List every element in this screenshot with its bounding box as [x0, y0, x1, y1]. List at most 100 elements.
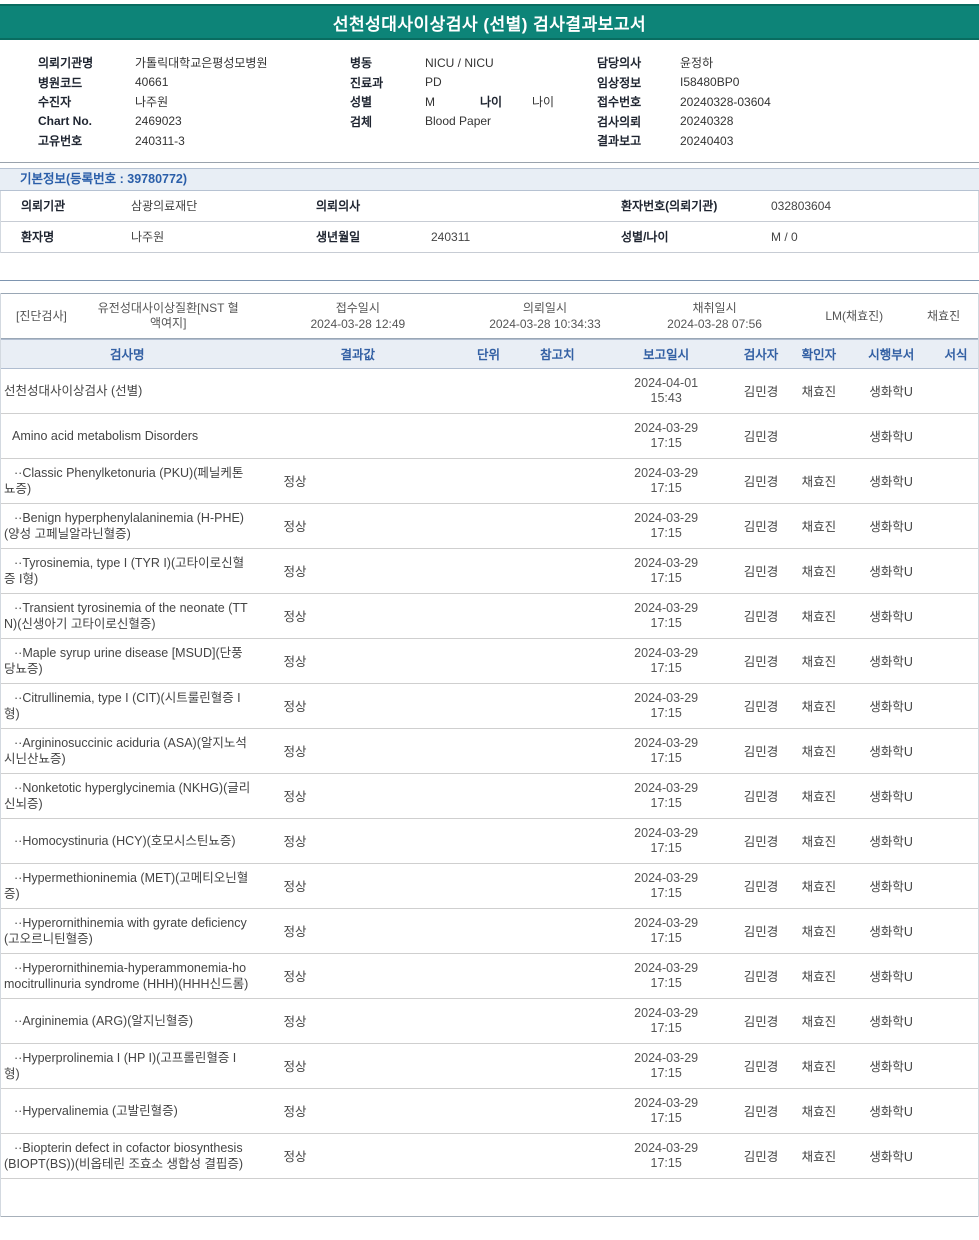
result-row: ··Maple syrup urine disease [MSUD](단풍당뇨증…: [1, 639, 978, 684]
column-header-department: 시행부서: [868, 348, 915, 362]
field-label: 진료과: [350, 75, 384, 90]
unit-value: [462, 567, 515, 575]
order-request-value: 2024-03-28 10:34:33: [489, 316, 601, 331]
reported-datetime: 2024-03-29 17:15: [634, 915, 699, 945]
unit-value: [462, 612, 515, 620]
column-header-report-date: 보고일시: [643, 348, 690, 362]
result-row: ··Nonketotic hyperglycinemia (NKHG)(글리신뇌…: [1, 774, 978, 819]
test-name: ··Tyrosinemia, type I (TYR I)(고타이로신혈증 I형…: [4, 555, 245, 586]
field-label: 의뢰기관명: [38, 56, 94, 71]
info-column-right: 담당의사 윤정하 임상정보 I58480BP0 접수번호 20240328-03604…: [597, 53, 979, 151]
field-sex-age: 성별 M 나이 나이: [350, 92, 597, 112]
field-referring-institution-label: 의뢰기관: [21, 199, 66, 213]
unit-value: [462, 927, 515, 935]
unit-value: [462, 747, 515, 755]
tester-name: 김민경: [743, 475, 779, 489]
test-name: ··Biopterin defect in cofactor biosynthe…: [4, 1140, 244, 1171]
result-row: Amino acid metabolism Disorders 2024-03-…: [1, 414, 978, 459]
tester-name: 김민경: [743, 1105, 779, 1119]
department-name: 생화학U: [869, 475, 913, 489]
result-row: ··Transient tyrosinemia of the neonate (…: [1, 594, 978, 639]
reference-value: [515, 1017, 600, 1025]
result-row: 선천성대사이상검사 (선별) 2024-04-01 15:43 김민경 채효진 생…: [1, 369, 978, 414]
section-divider: [0, 161, 979, 163]
department-name: 생화학U: [869, 430, 913, 444]
result-value: 정상: [283, 970, 307, 984]
tester-name: 김민경: [743, 565, 779, 579]
order-info-row: [진단검사] 유전성대사이상질환[NST 혈액여지] 접수일시 2024-03-…: [1, 292, 978, 339]
test-name: ··Citrullinemia, type I (CIT)(시트룰린혈증 I형): [4, 690, 241, 721]
result-row: ··Tyrosinemia, type I (TYR I)(고타이로신혈증 I형…: [1, 549, 978, 594]
result-value: 정상: [283, 880, 307, 894]
form-cell: [934, 927, 978, 935]
result-row: ··Hypermethioninemia (MET)(고메티오닌혈증) 정상 2…: [1, 864, 978, 909]
result-row: ··Hyperornithinemia with gyrate deficien…: [1, 909, 978, 954]
field-value: 가톨릭대학교은평성모병원: [135, 56, 268, 71]
confirmer-name: [789, 432, 848, 440]
form-cell: [934, 702, 978, 710]
department-name: 생화학U: [869, 970, 913, 984]
field-value: I58480BP0: [680, 75, 740, 90]
reference-value: [515, 477, 600, 485]
reported-datetime: 2024-03-29 17:15: [634, 600, 699, 630]
department-name: 생화학U: [869, 610, 913, 624]
test-name: ··Hyperprolinemia I (HP I)(고프롤린혈증 I형): [4, 1050, 237, 1081]
tester-name: 김민경: [743, 925, 779, 939]
department-name: 생화학U: [869, 1150, 913, 1164]
field-unique-no: 고유번호 240311-3: [38, 131, 350, 151]
field-institution-name: 의뢰기관명 가톨릭대학교은평성모병원: [38, 53, 350, 73]
result-row: ··Citrullinemia, type I (CIT)(시트룰린혈증 I형)…: [1, 684, 978, 729]
tester-name: 김민경: [743, 430, 779, 444]
unit-value: [462, 1062, 515, 1070]
order-collect-datetime: 채취일시 2024-03-28 07:56: [630, 300, 800, 332]
result-value: 정상: [283, 610, 307, 624]
reference-value: [515, 702, 600, 710]
department-name: 생화학U: [869, 565, 913, 579]
reported-datetime: 2024-03-29 17:15: [634, 510, 699, 540]
confirmer-name: 채효진: [801, 520, 837, 534]
order-collect-label: 채취일시: [692, 300, 737, 315]
tester-name: 김민경: [743, 700, 779, 714]
field-referring-doctor-label: 의뢰의사: [316, 199, 361, 213]
test-name: ··Nonketotic hyperglycinemia (NKHG)(글리신뇌…: [4, 780, 251, 811]
reported-datetime: 2024-04-01 15:43: [634, 375, 699, 405]
department-name: 생화학U: [869, 1105, 913, 1119]
reported-datetime: 2024-03-29 17:15: [634, 870, 699, 900]
form-cell: [934, 972, 978, 980]
tester-name: 김민경: [743, 655, 779, 669]
column-header-test-name: 검사명: [109, 348, 145, 362]
field-label: 결과보고: [597, 134, 642, 149]
reported-datetime: 2024-03-29 17:15: [634, 960, 699, 990]
field-clinical-info: 임상정보 I58480BP0: [597, 73, 979, 93]
reference-value: [515, 1062, 600, 1070]
reference-value: [515, 882, 600, 890]
field-patient-name-value: 나주원: [131, 230, 165, 244]
reference-value: [515, 612, 600, 620]
column-header-tester: 검사자: [743, 348, 779, 362]
column-header-result: 결과값: [340, 348, 376, 362]
field-label-age: 나이: [480, 95, 503, 110]
result-value: 정상: [283, 925, 307, 939]
field-label: 검체: [350, 114, 373, 129]
reported-datetime: 2024-03-29 17:15: [634, 825, 699, 855]
department-name: 생화학U: [869, 925, 913, 939]
tester-name: 김민경: [743, 835, 779, 849]
report-title: 선천성대사이상검사 (선별) 검사결과보고서: [332, 14, 647, 34]
department-name: 생화학U: [869, 1015, 913, 1029]
field-patient-no-label: 환자번호(의뢰기관): [621, 199, 718, 213]
column-header-confirmer: 확인자: [801, 348, 837, 362]
result-value: 정상: [283, 475, 307, 489]
reference-value: [515, 387, 600, 395]
field-label: 병원코드: [38, 75, 83, 90]
field-value: 20240403: [680, 133, 734, 148]
result-value: 정상: [283, 655, 307, 669]
result-value: 정상: [283, 745, 307, 759]
unit-value: [462, 432, 515, 440]
test-name: 선천성대사이상검사 (선별): [4, 383, 143, 398]
result-row: ··Biopterin defect in cofactor biosynthe…: [1, 1134, 978, 1179]
confirmer-name: 채효진: [801, 475, 837, 489]
form-cell: [934, 747, 978, 755]
test-name: ··Hypermethioninemia (MET)(고메티오닌혈증): [4, 870, 249, 901]
basic-info-table: 의뢰기관 삼광의료재단 의뢰의사 환자번호(의뢰기관) 032803604 환자…: [0, 190, 979, 253]
tester-name: 김민경: [743, 1060, 779, 1074]
